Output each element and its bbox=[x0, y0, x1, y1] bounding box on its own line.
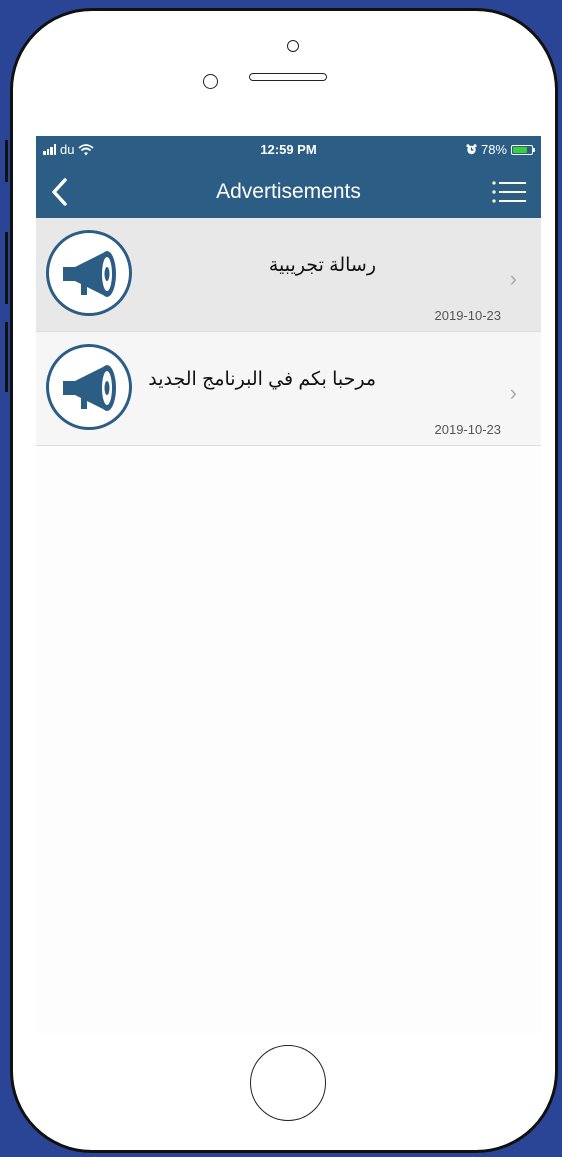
advertisement-date: 2019-10-23 bbox=[434, 308, 502, 323]
list-menu-icon[interactable] bbox=[491, 180, 527, 204]
navigation-bar: du 12:59 PM 78% Advertisements bbox=[36, 136, 541, 218]
chevron-right-icon: › bbox=[509, 380, 517, 405]
volume-down-button bbox=[5, 322, 8, 392]
app-screen: du 12:59 PM 78% Advertisements رسالة تجر… bbox=[36, 136, 541, 1033]
volume-up-button bbox=[5, 232, 8, 304]
page-title: Advertisements bbox=[216, 180, 361, 203]
chevron-right-icon: › bbox=[509, 266, 517, 291]
list-item[interactable]: رسالة تجريبية › 2019-10-23 bbox=[36, 218, 541, 332]
front-camera bbox=[287, 40, 299, 52]
megaphone-icon bbox=[46, 230, 132, 316]
side-button bbox=[5, 140, 8, 182]
advertisement-date: 2019-10-23 bbox=[434, 422, 502, 437]
advertisement-list: رسالة تجريبية › 2019-10-23 مرحبا بكم في … bbox=[36, 218, 541, 446]
status-bar: du 12:59 PM 78% bbox=[36, 140, 541, 160]
advertisement-title: رسالة تجريبية bbox=[268, 255, 376, 276]
battery-percent: 78% bbox=[480, 142, 507, 157]
speaker bbox=[249, 73, 327, 81]
status-right: 78% bbox=[466, 142, 535, 157]
list-item[interactable]: مرحبا بكم في البرنامج الجديد › 2019-10-2… bbox=[36, 332, 541, 446]
battery-icon bbox=[511, 144, 535, 155]
megaphone-icon bbox=[46, 344, 132, 430]
advertisement-title: مرحبا بكم في البرنامج الجديد bbox=[148, 369, 376, 390]
alarm-icon bbox=[466, 144, 477, 155]
home-button[interactable] bbox=[250, 1045, 326, 1121]
sensor bbox=[203, 74, 218, 89]
